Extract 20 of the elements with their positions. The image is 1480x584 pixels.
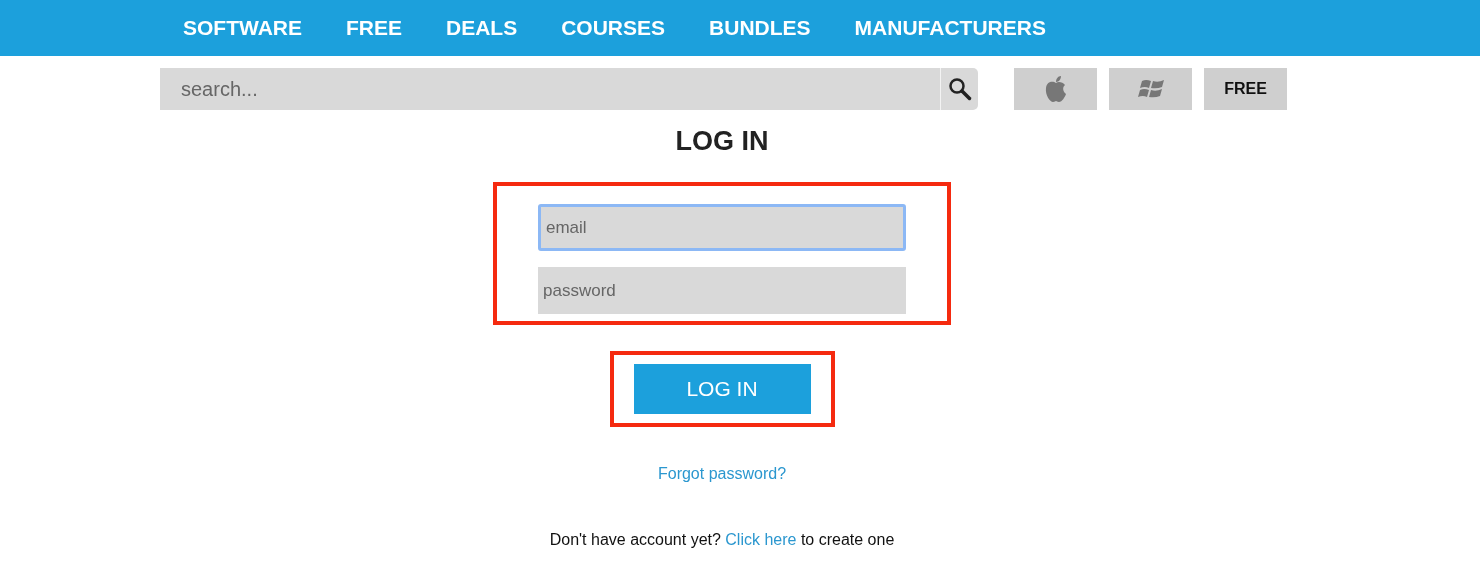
nav-link[interactable]: COURSES xyxy=(561,16,666,40)
nav-link[interactable]: BUNDLES xyxy=(709,16,811,40)
login-button[interactable]: LOG IN xyxy=(633,364,811,414)
page-title: LOG IN xyxy=(675,126,769,158)
input-field[interactable]: password xyxy=(538,267,906,314)
forgot-password-link[interactable]: Forgot password? xyxy=(657,465,787,483)
apple-button[interactable] xyxy=(1014,68,1097,110)
nav-link[interactable]: FREE xyxy=(346,16,402,40)
windows-button[interactable] xyxy=(1109,68,1192,110)
free-button[interactable]: FREE xyxy=(1204,68,1287,110)
click-here-link[interactable]: Click here xyxy=(725,531,797,548)
nav-link[interactable]: MANUFACTURERS xyxy=(854,16,1046,40)
search-icon xyxy=(947,77,972,101)
nav-link[interactable]: DEALS xyxy=(446,16,518,40)
signup-text: Don't have account yet? Click here to create one xyxy=(549,531,895,549)
search-button[interactable] xyxy=(940,68,978,110)
search-field[interactable]: search... xyxy=(160,68,940,110)
apple-icon xyxy=(1043,75,1068,103)
nav-link[interactable]: SOFTWARE xyxy=(183,16,302,40)
input-field[interactable]: email xyxy=(538,204,906,251)
